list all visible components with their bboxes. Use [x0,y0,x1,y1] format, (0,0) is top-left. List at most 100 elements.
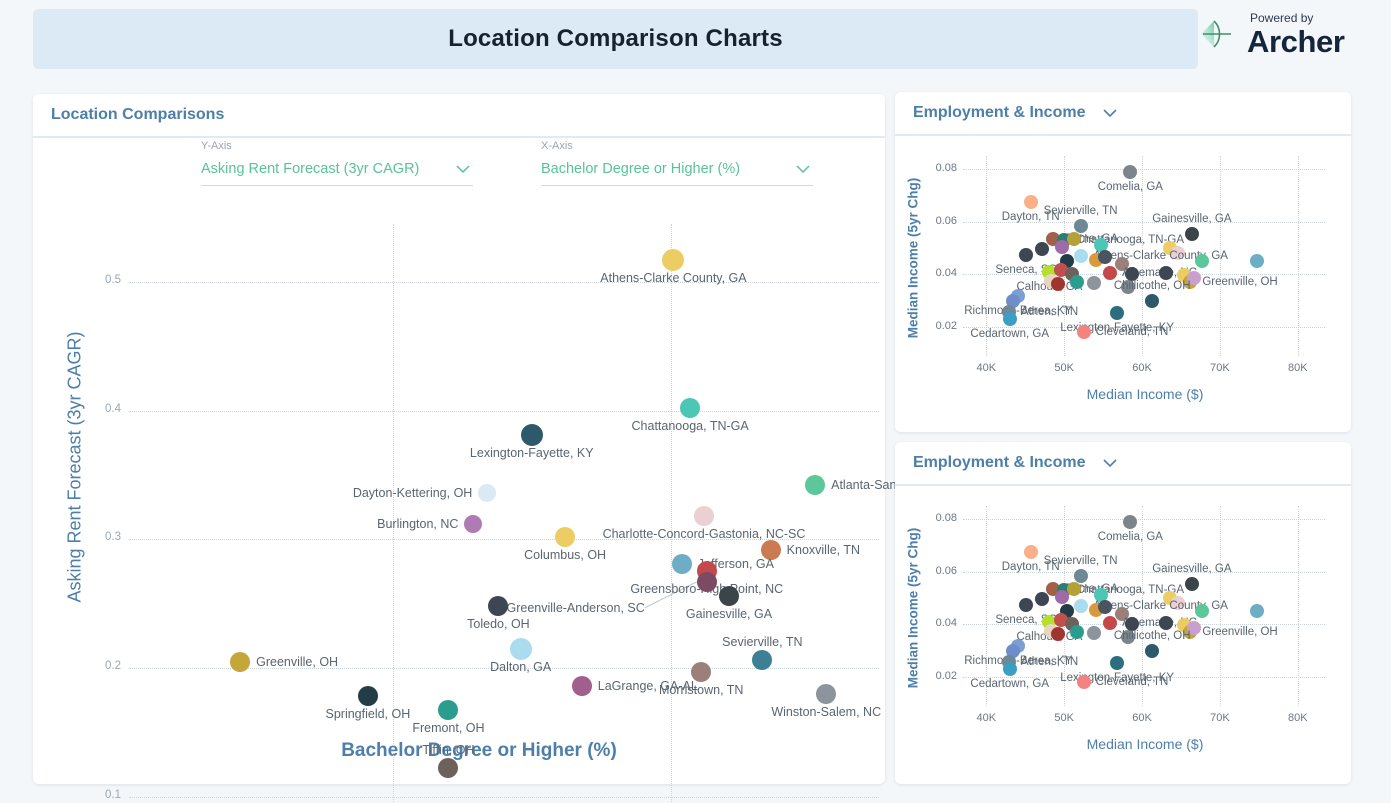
scatter-point[interactable] [1002,312,1017,327]
panel-title-employment-income-2: Employment & Income [913,454,1086,471]
scatter-point[interactable] [1002,662,1017,677]
scatter-point[interactable] [438,700,459,721]
x-axis-tick-label: 60K [1132,712,1152,724]
scatter-point[interactable] [438,758,459,779]
scatter-point[interactable] [478,483,497,502]
page-title: Location Comparison Charts [448,25,783,52]
scatter-point[interactable] [1054,589,1069,604]
scatter-point-label: Comelia, GA [1097,530,1163,543]
chevron-down-icon[interactable] [1099,102,1121,124]
gridline-horizontal [963,169,1325,171]
scatter-point[interactable] [1194,604,1209,619]
scatter-point[interactable] [805,475,826,496]
panel-header-employment-income-1[interactable]: Employment & Income [895,92,1351,136]
scatter-point[interactable] [464,514,483,533]
scatter-point-label: Greenville-Anderson, SC [506,600,645,615]
scatter-point[interactable] [1123,164,1138,179]
scatter-point[interactable] [1250,604,1265,619]
chevron-down-icon[interactable] [453,159,473,179]
scatter-point[interactable] [1050,276,1065,291]
scatter-point[interactable] [1103,616,1118,631]
scatter-point[interactable] [1097,250,1112,265]
scatter-point[interactable] [1145,643,1160,658]
scatter-point-label: LaGrange, GA-AL [597,679,698,694]
scatter-point[interactable] [1184,576,1199,591]
scatter-point[interactable] [1123,514,1138,529]
scatter-point[interactable] [488,596,509,617]
scatter-point[interactable] [1073,218,1088,233]
scatter-point[interactable] [230,651,251,672]
scatter-point[interactable] [520,424,543,447]
scatter-point[interactable] [694,506,714,527]
scatter-point[interactable] [752,650,773,671]
scatter-point[interactable] [719,585,739,606]
scatter-point[interactable] [1023,195,1038,210]
scatter-point[interactable] [1103,266,1118,281]
scatter-point[interactable] [662,249,685,272]
scatter-point-label: Cedartown, GA [970,678,1050,691]
scatter-point-label: Columbus, OH [524,547,607,562]
scatter-point[interactable] [1054,239,1069,254]
scatter-point[interactable] [1086,275,1101,290]
scatter-point[interactable] [1069,274,1084,289]
scatter-point[interactable] [1074,249,1089,263]
scatter-point[interactable] [1050,626,1065,641]
y-axis-tick-label: 0.2 [105,660,121,672]
scatter-point-label: Tiffin, OH [422,743,475,758]
scatter-point[interactable] [357,686,378,707]
scatter-point[interactable] [1086,625,1101,640]
brand-name: Archer [1247,23,1345,59]
scatter-point[interactable] [1184,226,1199,241]
scatter-point[interactable] [1023,545,1038,560]
x-axis-tick-label: 70K [1210,712,1230,724]
scatter-point-label: Winston-Salem, NC [771,704,882,719]
scatter-point[interactable] [1069,624,1084,639]
scatter-point[interactable] [1145,293,1160,308]
scatter-point[interactable] [509,637,532,660]
x-axis-tick-label: 40K [976,362,997,374]
chevron-down-icon[interactable] [1099,452,1121,474]
y-axis-selector[interactable]: Y-Axis Asking Rent Forecast (3yr CAGR) [201,140,473,186]
scatter-point-label: Sevierville, TN [722,635,803,650]
y-axis-tick-label: 0.02 [935,670,957,683]
scatter-point[interactable] [1074,599,1089,613]
dashboard-root: Location Comparison Charts Powered by Ar… [0,0,1391,803]
panel-employment-income-1: Employment & Income Median Income (5yr C… [895,92,1351,432]
plot-area[interactable]: 0.02 0.04 0.06 0.08 40K 50K 60K 70K 80K Comelia, … [936,156,1325,374]
gridline-horizontal [129,281,879,283]
scatter-point[interactable] [1019,247,1034,262]
scatter-point[interactable] [1073,568,1088,583]
scatter-point[interactable] [1110,305,1125,320]
y-axis-tick-label: 0.4 [105,402,121,415]
scatter-point[interactable] [1076,325,1091,340]
plot-area: 0.10.20.30.40.50.020.03Athens-Clarke Cou… [105,224,1042,803]
panel-header-employment-income-2[interactable]: Employment & Income [895,442,1351,486]
plot-area[interactable]: 0.02 0.04 0.06 0.08 40K 50K 60K 70K 80K Comelia, … [936,506,1325,724]
x-axis-selector[interactable]: X-Axis Bachelor Degree or Higher (%) [541,140,813,186]
scatter-point[interactable] [1066,231,1081,246]
x-axis-tick-label: 80K [1287,712,1308,724]
panel-header-location-comparisons: Location Comparisons [33,94,885,138]
scatter-point[interactable] [680,398,701,419]
scatter-point[interactable] [816,683,837,704]
scatter-point[interactable] [1250,254,1265,269]
scatter-point[interactable] [1110,655,1125,670]
scatter-point[interactable] [1035,592,1050,607]
x-axis-tick-label: 80K [1287,362,1308,374]
scatter-point[interactable] [1035,242,1050,257]
scatter-point[interactable] [1159,266,1174,281]
scatter-point[interactable] [1076,675,1091,690]
chevron-down-icon[interactable] [793,159,813,179]
scatter-point[interactable] [1019,597,1034,612]
scatter-point[interactable] [571,676,592,697]
y-axis-tick-label: 0.06 [935,214,957,227]
scatter-point[interactable] [696,571,717,592]
scatter-point[interactable] [671,553,692,574]
scatter-point[interactable] [555,526,576,547]
scatter-chart-location-comparisons[interactable]: Asking Rent Forecast (3yr CAGR) Bachelor… [33,212,1042,803]
scatter-point-label: Greenville, OH [1202,276,1278,289]
scatter-point[interactable] [1159,616,1174,631]
scatter-point[interactable] [1066,581,1081,596]
scatter-point[interactable] [1097,600,1112,615]
scatter-point[interactable] [1194,254,1209,269]
